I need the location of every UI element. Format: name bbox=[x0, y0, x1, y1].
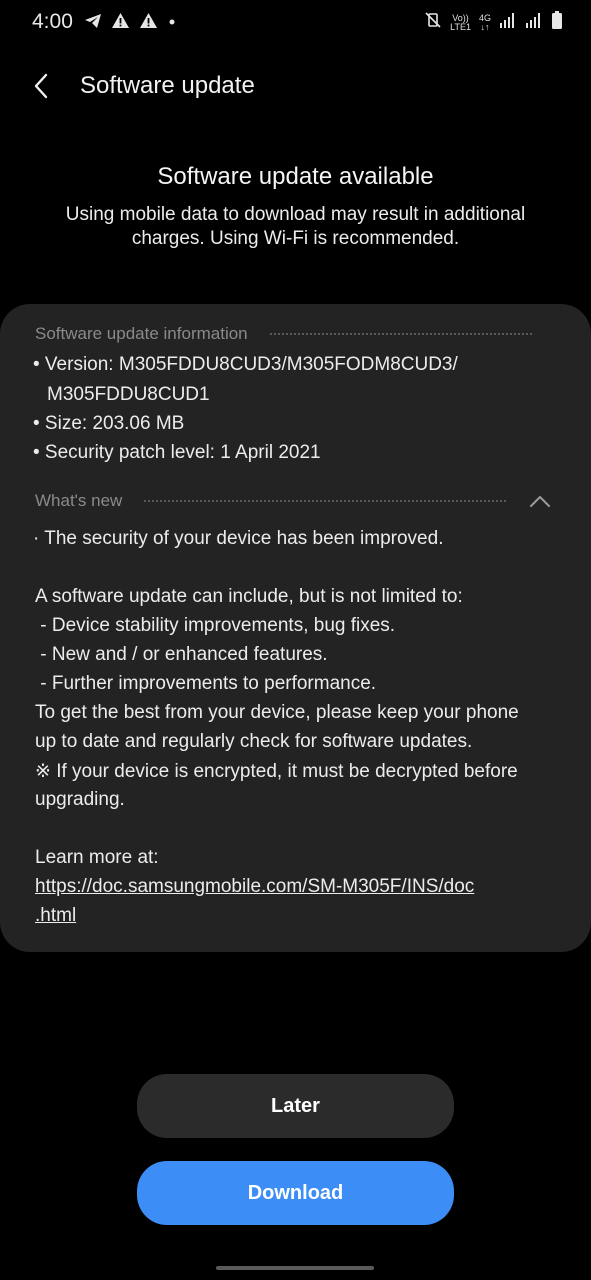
mobile-data-warning: Using mobile data to download may result… bbox=[30, 203, 561, 251]
warning-icon bbox=[111, 12, 130, 29]
mute-vibrate-icon bbox=[424, 11, 442, 34]
version-line: • Version: M305FDDU8CUD3/M305FODM8CUD3/ bbox=[33, 354, 458, 375]
whats-new-line: upgrading. bbox=[35, 789, 125, 810]
volte-indicator: Vo)) LTE1 bbox=[450, 13, 471, 32]
info-section-title: Software update information bbox=[35, 324, 248, 343]
status-left-icons bbox=[84, 12, 177, 29]
whats-new-line: To get the best from your device, please… bbox=[35, 702, 519, 723]
whats-new-line: ※ If your device is encrypted, it must b… bbox=[35, 761, 518, 782]
telegram-icon bbox=[84, 13, 102, 29]
whats-new-line: up to date and regularly check for softw… bbox=[35, 731, 473, 752]
collapse-whats-new-button[interactable] bbox=[527, 489, 553, 513]
whats-new-line: · The security of your device has been i… bbox=[33, 528, 444, 549]
whats-new-title: What's new bbox=[35, 491, 123, 510]
back-button[interactable] bbox=[24, 68, 60, 104]
learn-more-link[interactable]: https://doc.samsungmobile.com/SM-M305F/I… bbox=[35, 876, 474, 898]
download-button[interactable]: Download bbox=[137, 1161, 454, 1225]
update-available-title: Software update available bbox=[157, 163, 434, 190]
data-arrows-icon: ↓↑ bbox=[480, 21, 490, 32]
lte-label: LTE1 bbox=[450, 21, 471, 32]
section-divider bbox=[269, 333, 532, 335]
signal-icon bbox=[525, 11, 543, 34]
whats-new-line: - New and / or enhanced features. bbox=[35, 644, 328, 665]
network-type-indicator: 4G ↓↑ bbox=[479, 13, 491, 32]
learn-more-label: Learn more at: bbox=[35, 847, 159, 868]
home-indicator[interactable] bbox=[216, 1266, 374, 1270]
whats-new-line: - Further improvements to performance. bbox=[35, 673, 377, 694]
learn-more-link-cont[interactable]: .html bbox=[35, 905, 76, 927]
chevron-left-icon bbox=[34, 73, 48, 99]
mobile-data-warning-line: charges. Using Wi-Fi is recommended. bbox=[131, 228, 460, 249]
security-patch-line: • Security patch level: 1 April 2021 bbox=[33, 442, 321, 463]
software-update-screen: 4:00 Vo)) LTE1 4G ↓↑ Software update Sof… bbox=[0, 0, 591, 1280]
status-time: 4:00 bbox=[32, 10, 73, 33]
info-section-header: Software update information bbox=[35, 324, 532, 344]
signal-icon bbox=[499, 11, 517, 34]
version-line-cont: M305FDDU8CUD1 bbox=[47, 384, 210, 405]
update-info-card[interactable]: Software update information • Version: M… bbox=[0, 304, 591, 952]
size-line: • Size: 203.06 MB bbox=[33, 413, 185, 434]
whats-new-line: A software update can include, but is no… bbox=[35, 586, 463, 607]
battery-icon bbox=[551, 10, 563, 35]
whats-new-header: What's new bbox=[35, 491, 507, 511]
section-divider bbox=[144, 500, 507, 502]
page-title: Software update bbox=[80, 72, 255, 99]
warning-icon bbox=[139, 12, 158, 29]
dot-icon bbox=[167, 12, 177, 29]
status-right-icons: Vo)) LTE1 4G ↓↑ bbox=[424, 10, 563, 35]
status-bar: 4:00 Vo)) LTE1 4G ↓↑ bbox=[0, 0, 591, 48]
later-button[interactable]: Later bbox=[137, 1074, 454, 1138]
whats-new-line: - Device stability improvements, bug fix… bbox=[35, 615, 396, 636]
mobile-data-warning-line: Using mobile data to download may result… bbox=[65, 204, 526, 225]
chevron-up-icon bbox=[530, 496, 550, 507]
